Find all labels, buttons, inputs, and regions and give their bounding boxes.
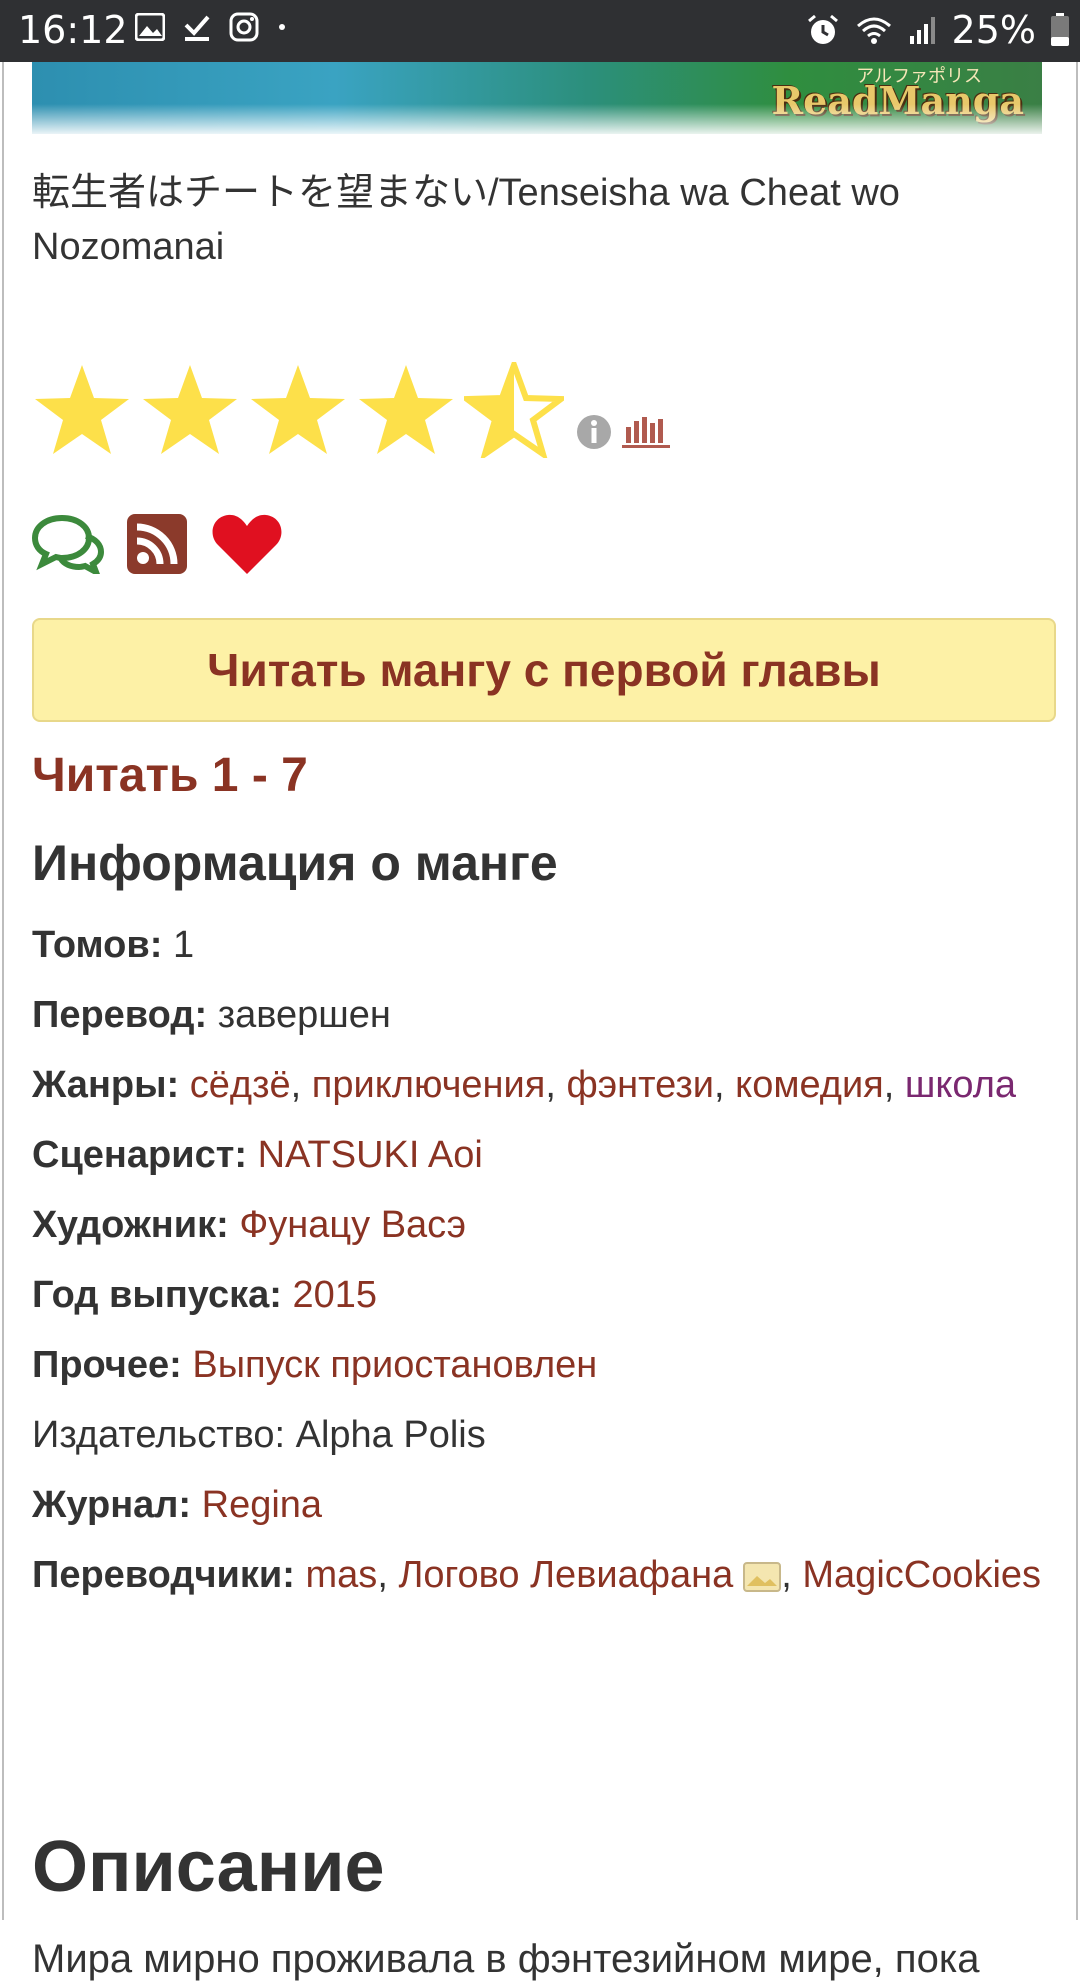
team-image-icon[interactable]	[743, 1561, 782, 1592]
magazine-link[interactable]: Regina	[202, 1484, 322, 1526]
star-full-icon[interactable]	[356, 362, 456, 458]
writer-link[interactable]: NATSUKI Aoi	[258, 1134, 483, 1176]
info-heading: Информация о манге	[32, 835, 558, 891]
dot-icon	[279, 24, 285, 30]
cover-image[interactable]: アルファポリス ReadManga	[32, 62, 1042, 134]
genre-link[interactable]: фэнтези	[566, 1064, 714, 1106]
info-row-writer: Сценарист: NATSUKI Aoi	[32, 1128, 1042, 1182]
translation-value: завершен	[217, 994, 391, 1036]
genre-link[interactable]: приключения	[312, 1064, 546, 1106]
genre-link[interactable]: комедия	[735, 1064, 884, 1106]
battery-icon	[1051, 13, 1069, 46]
writer-label: Сценарист:	[32, 1134, 247, 1176]
rating[interactable]	[32, 362, 670, 458]
description-heading: Описание	[32, 1827, 385, 1907]
other-status-link[interactable]: Выпуск приостановлен	[192, 1344, 597, 1386]
translation-label: Перевод:	[32, 994, 208, 1036]
alarm-icon	[807, 14, 838, 44]
manga-info-list: Томов: 1 Перевод: завершен Жанры: сёдзё,…	[32, 918, 1042, 1618]
info-row-magazine: Журнал: Regina	[32, 1478, 1042, 1532]
comments-icon[interactable]	[32, 514, 104, 574]
genre-link[interactable]: школа	[905, 1064, 1016, 1106]
info-row-translation: Перевод: завершен	[32, 988, 1042, 1042]
translators-label: Переводчики:	[32, 1554, 295, 1596]
info-row-publisher: Издательство: Alpha Polis	[32, 1408, 1042, 1462]
instagram-icon	[229, 12, 259, 42]
genre-link[interactable]: сёдзё	[190, 1064, 291, 1106]
artist-link[interactable]: Фунацу Васэ	[239, 1204, 466, 1246]
genres-label: Жанры:	[32, 1064, 180, 1106]
wifi-icon	[856, 17, 891, 44]
read-chapters-link[interactable]: Читать 1 - 7	[32, 748, 308, 803]
translator-link[interactable]: Логово Левиафана	[398, 1554, 733, 1596]
other-label: Прочее:	[32, 1344, 182, 1386]
status-time: 16:12	[18, 8, 128, 52]
publisher-value: Alpha Polis	[295, 1414, 486, 1456]
signal-icon	[909, 17, 935, 44]
description-text: Мира мирно проживала в фэнтезийном мире,…	[32, 1937, 980, 1981]
page-content: アルファポリス ReadManga 転生者はチートを望まない/Tenseisha…	[2, 62, 1078, 1981]
star-full-icon[interactable]	[140, 362, 240, 458]
star-full-icon[interactable]	[248, 362, 348, 458]
battery-percent: 25%	[951, 8, 1036, 52]
info-icon[interactable]	[576, 414, 612, 450]
read-from-first-chapter-button[interactable]: Читать мангу с первой главы	[32, 618, 1056, 722]
volumes-label: Томов:	[32, 924, 163, 966]
check-download-icon	[184, 15, 210, 41]
stats-chart-icon[interactable]	[622, 413, 670, 449]
year-label: Год выпуска:	[32, 1274, 282, 1316]
info-row-genres: Жанры: сёдзё, приключения, фэнтези, коме…	[32, 1064, 1017, 1106]
publisher-label: Издательство:	[32, 1414, 286, 1456]
star-half-icon[interactable]	[464, 362, 564, 458]
image-icon	[135, 13, 165, 41]
year-link[interactable]: 2015	[293, 1274, 378, 1316]
rss-icon[interactable]	[126, 513, 188, 575]
volumes-value: 1	[172, 924, 195, 966]
artist-label: Художник:	[32, 1204, 229, 1246]
translator-link[interactable]: mas	[306, 1554, 378, 1596]
star-full-icon[interactable]	[32, 362, 132, 458]
heart-icon[interactable]	[210, 512, 284, 576]
manga-actions	[32, 512, 284, 576]
info-row-year: Год выпуска: 2015	[32, 1268, 1042, 1322]
info-row-artist: Художник: Фунацу Васэ	[32, 1198, 1042, 1252]
manga-title: 転生者はチートを望まない/Tenseisha wa Cheat wo Nozom…	[32, 172, 900, 268]
magazine-label: Журнал:	[32, 1484, 192, 1526]
info-row-volumes: Томов: 1	[32, 918, 1042, 972]
info-row-other: Прочее: Выпуск приостановлен	[32, 1338, 1042, 1392]
translator-link[interactable]: MagicCookies	[802, 1554, 1041, 1596]
info-row-translators: Переводчики: mas, Логово Левиафана, Magi…	[32, 1554, 1042, 1596]
status-bar: 16:12 25%	[0, 0, 1080, 62]
